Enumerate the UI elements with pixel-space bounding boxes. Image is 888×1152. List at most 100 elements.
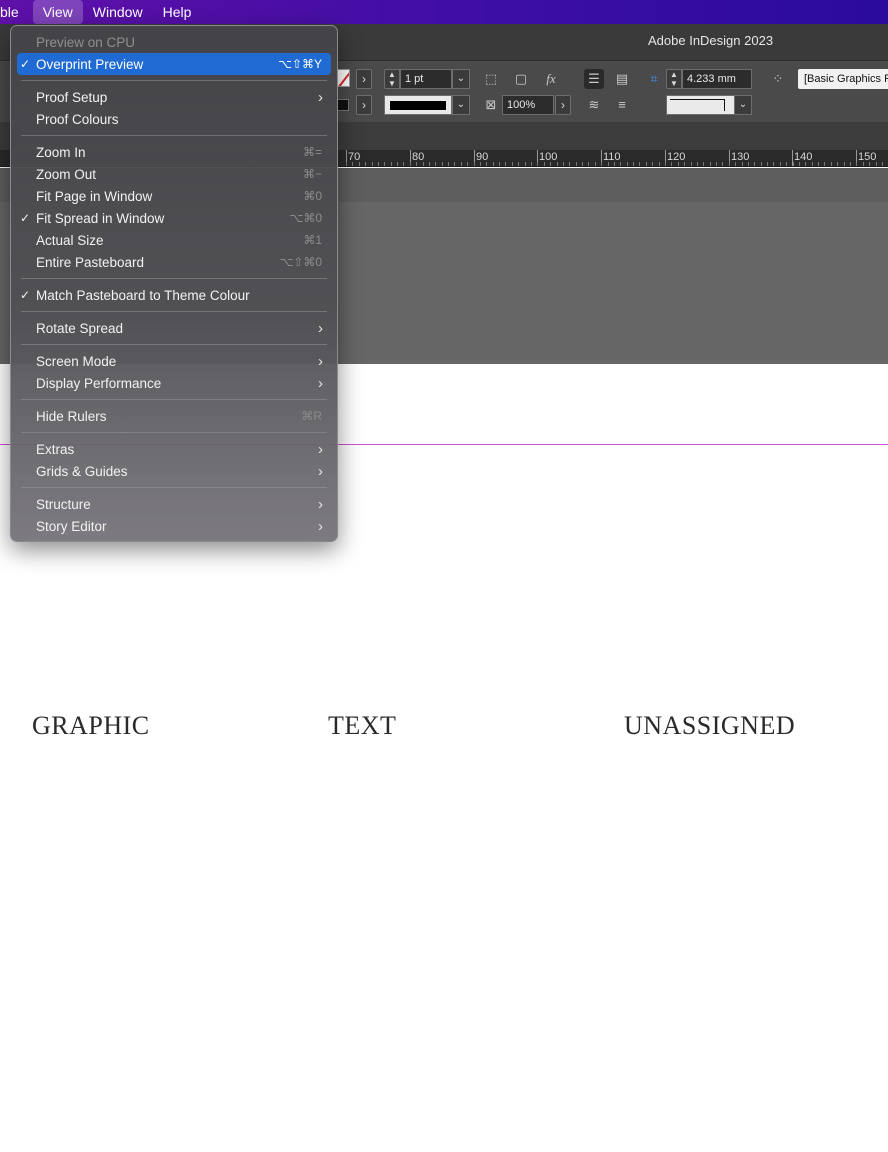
frame-fitting-icon[interactable]: ⬚ [481, 69, 501, 89]
ruler-minor-tick [659, 162, 660, 166]
ruler-minor-tick [812, 162, 813, 166]
effects-fx-icon[interactable]: fx [541, 69, 561, 89]
menu-shortcut: ⌘0 [303, 189, 322, 203]
stroke-arrow-button[interactable]: › [356, 95, 372, 115]
menu-item-display-performance[interactable]: Display Performance › [17, 372, 331, 394]
align-stroke-inside-icon[interactable]: ▤ [612, 69, 632, 89]
align-stroke-center-icon[interactable]: ☰ [584, 69, 604, 89]
ruler-minor-tick [691, 162, 692, 166]
menubar-item-view[interactable]: View [32, 0, 83, 24]
ruler-minor-tick [576, 162, 577, 166]
ruler-label: 100 [539, 151, 558, 163]
menu-item-rotate-spread[interactable]: Rotate Spread › [17, 317, 331, 339]
menu-item-match-pasteboard[interactable]: ✓ Match Pasteboard to Theme Colour [17, 284, 331, 306]
menu-item-actual-size[interactable]: Actual Size ⌘1 [17, 229, 331, 251]
ruler-minor-tick [627, 162, 628, 166]
menu-item-fit-page-in-window[interactable]: Fit Page in Window ⌘0 [17, 185, 331, 207]
menubar-item-help[interactable]: Help [153, 0, 202, 24]
menubar-item-table[interactable]: ble [0, 0, 33, 24]
ruler-minor-tick [582, 162, 583, 166]
menu-item-hide-rulers[interactable]: Hide Rulers ⌘R [17, 405, 331, 427]
menu-shortcut: ⌥⇧⌘0 [279, 255, 322, 269]
ruler-label: 130 [731, 151, 750, 163]
ruler-minor-tick [754, 162, 755, 166]
menu-shortcut: ⌘= [302, 145, 322, 159]
menu-item-zoom-out[interactable]: Zoom Out ⌘− [17, 163, 331, 185]
ruler-minor-tick [805, 162, 806, 166]
corner-size-stepper[interactable]: ▲ ▼ [666, 69, 682, 89]
frame-label-text: TEXT [328, 711, 397, 740]
ruler-minor-tick [442, 162, 443, 166]
chevron-right-icon: › [318, 319, 323, 337]
ruler-minor-tick [365, 162, 366, 166]
ruler-minor-tick [710, 162, 711, 166]
menu-item-story-editor[interactable]: Story Editor › [17, 515, 331, 537]
stroke-weight-field[interactable]: 1 pt [400, 69, 452, 89]
stroke-weight-dropdown[interactable]: ⌄ [452, 69, 470, 89]
text-wrap-jump-icon[interactable]: ≡ [612, 95, 632, 115]
ruler-minor-tick [608, 162, 609, 166]
menu-separator [21, 135, 327, 136]
menu-item-screen-mode[interactable]: Screen Mode › [17, 350, 331, 372]
ruler-minor-tick [557, 162, 558, 166]
ruler-minor-tick [831, 162, 832, 166]
checkmark-icon: ✓ [20, 211, 31, 225]
chevron-right-icon: › [318, 374, 323, 392]
menu-item-proof-setup[interactable]: Proof Setup › [17, 86, 331, 108]
menu-shortcut: ⌥⇧⌘Y [278, 57, 322, 71]
menu-item-structure[interactable]: Structure › [17, 493, 331, 515]
stroke-weight-stepper[interactable]: ▲ ▼ [384, 69, 400, 89]
corner-options-icon[interactable]: ⌗ [644, 69, 664, 89]
menu-item-overprint-preview[interactable]: ✓ Overprint Preview ⌥⇧⌘Y [17, 53, 331, 75]
stroke-swatch[interactable] [337, 99, 349, 111]
ruler-minor-tick [863, 162, 864, 166]
menu-item-extras[interactable]: Extras › [17, 438, 331, 460]
ruler-label: 120 [667, 151, 686, 163]
chevron-right-icon: › [362, 72, 366, 86]
fill-swatch-none[interactable] [336, 69, 350, 87]
menu-item-entire-pasteboard[interactable]: Entire Pasteboard ⌥⇧⌘0 [17, 251, 331, 273]
object-style-field[interactable]: [Basic Graphics F [798, 69, 888, 89]
ruler-minor-tick [646, 162, 647, 166]
ruler-minor-tick [518, 162, 519, 166]
menu-separator [21, 487, 327, 488]
ruler-minor-tick [665, 162, 666, 166]
ruler-label: 140 [794, 151, 813, 163]
corner-shape-dropdown[interactable]: ⌄ [734, 95, 752, 115]
ruler-minor-tick [735, 162, 736, 166]
chevron-right-icon: › [318, 88, 323, 106]
ruler-minor-tick [372, 162, 373, 166]
ruler-minor-tick [786, 162, 787, 166]
view-menu: Preview on CPU ✓ Overprint Preview ⌥⇧⌘Y … [10, 25, 338, 542]
menu-item-zoom-in[interactable]: Zoom In ⌘= [17, 141, 331, 163]
ruler-minor-tick [537, 162, 538, 166]
ruler-minor-tick [799, 162, 800, 166]
ruler-minor-tick [505, 162, 506, 166]
text-wrap-icon[interactable]: ≋ [584, 95, 604, 115]
frame-label-unassigned: UNASSIGNED [624, 711, 796, 740]
corner-size-field[interactable]: 4.233 mm [682, 69, 752, 89]
ruler-minor-tick [563, 162, 564, 166]
menubar-item-window[interactable]: Window [83, 0, 153, 24]
menu-item-proof-colours[interactable]: Proof Colours [17, 108, 331, 130]
ruler-minor-tick [512, 162, 513, 166]
checkmark-icon: ✓ [20, 288, 31, 302]
stroke-type-sample[interactable] [384, 95, 452, 115]
ruler-minor-tick [729, 162, 730, 166]
menu-item-fit-spread-in-window[interactable]: ✓ Fit Spread in Window ⌥⌘0 [17, 207, 331, 229]
ruler-minor-tick [722, 162, 723, 166]
ruler-minor-tick [601, 162, 602, 166]
opacity-arrow-button[interactable]: › [555, 95, 571, 115]
stroke-type-dropdown[interactable]: ⌄ [452, 95, 470, 115]
ruler-label: 150 [858, 151, 877, 163]
menu-separator [21, 278, 327, 279]
opacity-field[interactable]: 100% [502, 95, 554, 115]
ruler-minor-tick [876, 162, 877, 166]
ruler-minor-tick [467, 162, 468, 166]
chevron-down-icon: ⌄ [456, 99, 466, 110]
fill-arrow-button[interactable]: › [356, 69, 372, 89]
stepper-arrows-icon: ▲ ▼ [670, 70, 678, 88]
ruler-minor-tick [435, 162, 436, 166]
menu-item-grids-guides[interactable]: Grids & Guides › [17, 460, 331, 482]
drop-shadow-icon[interactable]: ▢ [511, 69, 531, 89]
